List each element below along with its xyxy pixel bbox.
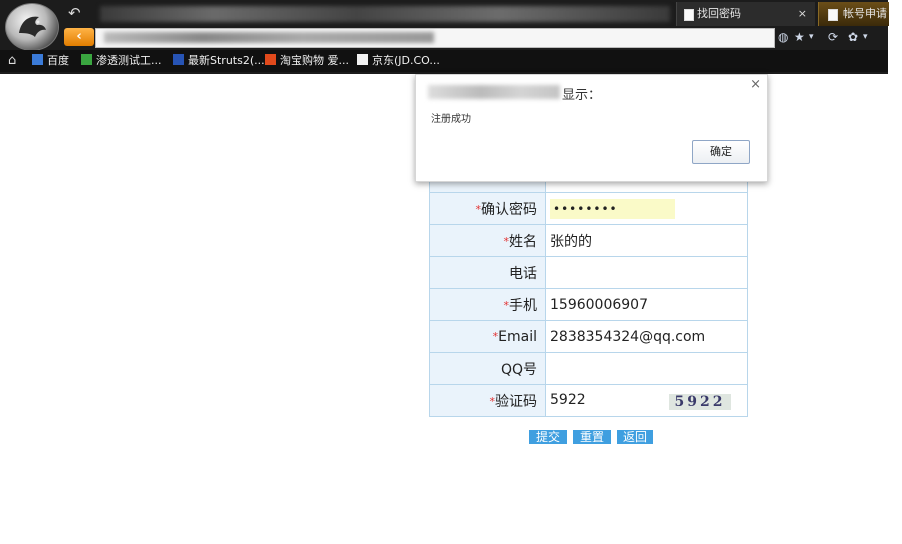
table-row: *Email 2838354324@qq.com [429, 320, 748, 353]
table-row: QQ号 [429, 352, 748, 385]
address-bar[interactable] [95, 28, 775, 48]
label-text: 手机 [509, 297, 537, 314]
dialog-origin-redacted [428, 85, 560, 99]
struts-icon [173, 54, 184, 65]
table-row: *验证码 5922 5922 [429, 384, 748, 417]
taobao-icon [265, 54, 276, 65]
label-text: Email [498, 328, 537, 345]
mobile-label: *手机 [429, 288, 546, 321]
label-text: 确认密码 [481, 201, 537, 218]
email-input[interactable]: 2838354324@qq.com [545, 320, 748, 353]
browser-logo-icon[interactable] [5, 3, 59, 51]
phone-label: 电话 [429, 256, 546, 289]
address-redacted [104, 32, 434, 43]
extension-icon[interactable]: ✿ [848, 28, 858, 46]
page-icon [357, 54, 368, 65]
window-title-redacted [100, 6, 670, 22]
table-row: *确认密码 •••••••• [429, 192, 748, 225]
return-button[interactable]: 返回 [617, 430, 653, 444]
captcha-label: *验证码 [429, 384, 546, 417]
bookmark-label: 渗透测试工... [96, 54, 162, 67]
bookmark-label: 最新Struts2(... [188, 54, 265, 67]
alert-dialog: 显示： × 注册成功 确定 [415, 74, 768, 182]
confirm-password-label: *确认密码 [429, 192, 546, 225]
dialog-title: 显示： [562, 88, 602, 103]
bookmark-struts2[interactable]: 最新Struts2(... [173, 50, 265, 72]
back-button[interactable]: ‹ [64, 28, 94, 46]
bookmark-label: 京东(JD.CO... [372, 54, 440, 67]
undo-icon[interactable]: ↶ [68, 5, 86, 21]
bookmark-taobao[interactable]: 淘宝购物 爱... [265, 50, 349, 72]
chevron-down-icon[interactable]: ▾ [863, 28, 868, 46]
tab-account-apply[interactable]: 帐号申请 [818, 2, 889, 26]
dialog-message: 注册成功 [431, 114, 471, 125]
globe-icon[interactable]: ◍ [778, 28, 788, 46]
bookmarks-bar: ⌂ 百度 渗透测试工... 最新Struts2(... 淘宝购物 爱... 京东… [0, 50, 888, 72]
label-text: 验证码 [495, 393, 537, 410]
confirm-password-cell: •••••••• [545, 192, 748, 225]
captcha-image[interactable]: 5922 [669, 393, 731, 410]
tab-close-icon[interactable]: × [798, 2, 807, 26]
f-icon [81, 54, 92, 65]
toolbar-icons: ◍ ★ ▾ ⟳ ✿ ▾ [776, 28, 888, 46]
ok-button[interactable]: 确定 [692, 140, 750, 164]
phone-input[interactable] [545, 256, 748, 289]
name-label: *姓名 [429, 224, 546, 257]
captcha-input[interactable]: 5922 [550, 392, 586, 408]
tab-label: 找回密码 [697, 7, 741, 20]
reset-button[interactable]: 重置 [573, 430, 611, 444]
chevron-down-icon[interactable]: ▾ [809, 28, 814, 46]
tab-label: 帐号申请 [843, 7, 887, 20]
bookmark-label: 淘宝购物 爱... [280, 54, 349, 67]
refresh-icon[interactable]: ⟳ [828, 28, 838, 46]
bookmark-baidu[interactable]: 百度 [32, 50, 69, 72]
page-icon [684, 9, 694, 21]
close-icon[interactable]: × [750, 77, 761, 92]
bookmark-pentest[interactable]: 渗透测试工... [81, 50, 162, 72]
tab-find-password[interactable]: 找回密码 × [676, 2, 815, 26]
browser-chrome: ↶ 找回密码 × 帐号申请 ‹ ◍ ★ ▾ ⟳ ✿ ▾ ⌂ 百度 渗透测试工..… [0, 0, 889, 74]
qq-label: QQ号 [429, 352, 546, 385]
bookmark-jd[interactable]: 京东(JD.CO... [357, 50, 440, 72]
name-input[interactable]: 张的的 [545, 224, 748, 257]
bookmark-label: 百度 [47, 54, 69, 67]
home-icon[interactable]: ⌂ [8, 54, 16, 68]
table-row: *手机 15960006907 [429, 288, 748, 321]
page-icon [828, 9, 838, 21]
star-icon[interactable]: ★ [794, 28, 805, 46]
email-label: *Email [429, 320, 546, 353]
registration-form: *确认密码 •••••••• *姓名 张的的 电话 *手机 1596000690… [429, 160, 748, 417]
table-row: *姓名 张的的 [429, 224, 748, 257]
table-row: 电话 [429, 256, 748, 289]
mobile-input[interactable]: 15960006907 [545, 288, 748, 321]
baidu-icon [32, 54, 43, 65]
captcha-cell: 5922 5922 [545, 384, 748, 417]
confirm-password-input[interactable]: •••••••• [550, 198, 675, 219]
label-text: 姓名 [509, 233, 537, 250]
submit-button[interactable]: 提交 [529, 430, 567, 444]
qq-input[interactable] [545, 352, 748, 385]
